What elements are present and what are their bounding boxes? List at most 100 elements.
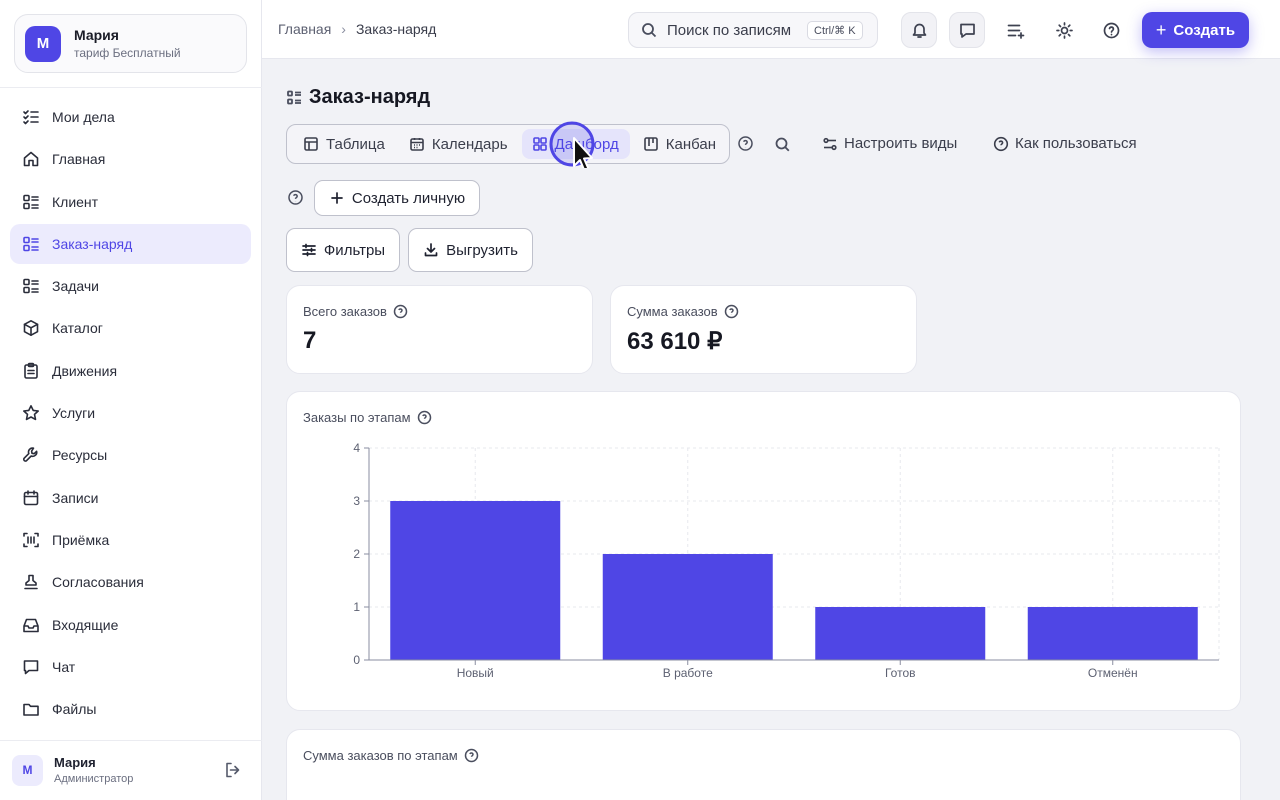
search-box[interactable]: Поиск по записям Ctrl/⌘ K bbox=[628, 12, 878, 48]
sidebar-item-resources[interactable]: Ресурсы bbox=[10, 435, 251, 475]
sidebar-item-label: Файлы bbox=[52, 701, 97, 718]
export-label: Выгрузить bbox=[446, 241, 518, 259]
sidebar-item-approvals[interactable]: Согласования bbox=[10, 562, 251, 602]
how-to-use-button[interactable]: Как пользоваться bbox=[993, 135, 1137, 152]
list-icon bbox=[22, 193, 40, 211]
breadcrumb-current: Заказ-наряд bbox=[355, 21, 437, 37]
stamp-icon bbox=[22, 573, 40, 591]
help-icon[interactable] bbox=[724, 304, 739, 319]
dashboard-icon bbox=[532, 137, 547, 151]
profile-plan: тариф Бесплатный bbox=[74, 46, 181, 60]
orders-by-stage-chart: 0 1 2 3 4 Новый В работе Готов Отменён bbox=[353, 441, 1220, 680]
sidebar-item-home[interactable]: Главная bbox=[10, 139, 251, 179]
kpi-value: 7 bbox=[303, 327, 317, 354]
table-icon bbox=[304, 137, 318, 151]
tab-dashboard[interactable]: Дашборд bbox=[521, 129, 630, 159]
sidebar: М Мария тариф Бесплатный Мои дела Главна… bbox=[0, 0, 262, 800]
bar[interactable] bbox=[815, 607, 986, 660]
wrench-icon bbox=[22, 446, 40, 464]
sidebar-item-movements[interactable]: Движения bbox=[10, 351, 251, 391]
bar[interactable] bbox=[602, 554, 773, 660]
bell-icon bbox=[912, 23, 926, 38]
bar[interactable] bbox=[390, 501, 561, 660]
notifications-button[interactable] bbox=[901, 12, 937, 48]
y-tick-label: 3 bbox=[353, 494, 360, 508]
theme-toggle[interactable] bbox=[1046, 12, 1082, 48]
bar[interactable] bbox=[1027, 607, 1198, 660]
list-icon bbox=[22, 235, 40, 253]
y-tick-label: 2 bbox=[353, 547, 360, 561]
sidebar-item-label: Заказ-наряд bbox=[52, 235, 133, 252]
plus-icon bbox=[331, 192, 343, 204]
sidebar-item-label: Записи bbox=[52, 489, 99, 506]
scan-icon bbox=[22, 531, 40, 549]
sidebar-item-client[interactable]: Клиент bbox=[10, 182, 251, 222]
breadcrumb: Главная › Заказ-наряд bbox=[278, 21, 436, 37]
sidebar-item-files[interactable]: Файлы bbox=[10, 689, 251, 729]
user-role: Администратор bbox=[54, 773, 134, 785]
search-icon[interactable] bbox=[774, 136, 791, 153]
configure-views-button[interactable]: Настроить виды bbox=[822, 135, 957, 152]
sidebar-item-label: Согласования bbox=[52, 574, 144, 591]
list-icon bbox=[22, 277, 40, 295]
sidebar-item-label: Мои дела bbox=[52, 109, 115, 125]
sidebar-item-records[interactable]: Записи bbox=[10, 478, 251, 518]
tab-calendar[interactable]: Календарь bbox=[399, 129, 519, 159]
export-button[interactable]: Выгрузить bbox=[408, 228, 533, 272]
download-icon bbox=[424, 243, 438, 257]
sidebar-item-catalog[interactable]: Каталог bbox=[10, 308, 251, 348]
divider bbox=[0, 87, 262, 88]
filters-button[interactable]: Фильтры bbox=[286, 228, 400, 272]
views-help-icon[interactable] bbox=[737, 135, 754, 152]
help-icon bbox=[1103, 22, 1119, 38]
plus-icon: + bbox=[1155, 19, 1167, 40]
sidebar-item-label: Приёмка bbox=[52, 531, 110, 548]
messages-button[interactable] bbox=[949, 12, 985, 48]
sidebar-item-tasks[interactable]: Задачи bbox=[10, 266, 251, 306]
help-icon[interactable] bbox=[393, 304, 408, 319]
breadcrumb-home[interactable]: Главная bbox=[278, 21, 331, 37]
profile-name: Мария bbox=[74, 27, 119, 43]
configure-views-label: Настроить виды bbox=[844, 135, 958, 152]
sidebar-item-inbox[interactable]: Входящие bbox=[10, 605, 251, 645]
y-tick-label: 4 bbox=[353, 441, 360, 455]
topbar: Главная › Заказ-наряд Поиск по записям C… bbox=[262, 0, 1280, 59]
page-title: Заказ-наряд bbox=[287, 86, 430, 109]
create-button-label: Создать bbox=[1173, 21, 1236, 39]
x-tick-label: Отменён bbox=[1088, 666, 1138, 680]
tab-label: Канбан bbox=[665, 135, 717, 153]
tab-table[interactable]: Таблица bbox=[293, 129, 396, 159]
sun-icon bbox=[1055, 21, 1073, 39]
sliders-icon bbox=[823, 137, 837, 150]
create-button[interactable]: + Создать bbox=[1142, 12, 1249, 48]
sidebar-item-label: Услуги bbox=[52, 405, 96, 422]
sidebar-item-work-order[interactable]: Заказ-наряд bbox=[10, 223, 251, 264]
sidebar-item-chat[interactable]: Чат bbox=[10, 647, 251, 687]
sidebar-item-my-tasks[interactable]: Мои дела bbox=[10, 97, 251, 137]
sidebar-item-label: Движения bbox=[52, 362, 118, 379]
tab-label: Таблица bbox=[326, 135, 385, 153]
search-input[interactable]: Поиск по записям bbox=[667, 22, 799, 39]
help-button[interactable] bbox=[1093, 12, 1129, 48]
sidebar-item-acceptance[interactable]: Приёмка bbox=[10, 520, 251, 560]
create-personal-button[interactable]: Создать личную bbox=[314, 180, 480, 216]
sidebar-nav: Мои дела Главная Клиент Заказ-наряд Зада… bbox=[10, 97, 251, 731]
kpi-label: Сумма заказов bbox=[627, 304, 718, 319]
tab-kanban[interactable]: Канбан bbox=[633, 129, 727, 159]
views-tabs: Таблица Календарь Дашборд Канбан bbox=[286, 124, 730, 164]
help-icon[interactable] bbox=[464, 748, 479, 763]
kanban-icon bbox=[643, 137, 658, 151]
avatar: М bbox=[25, 25, 61, 62]
sidebar-item-label: Клиент bbox=[52, 193, 99, 210]
orders-by-stage-card: Заказы по этапам 0 1 2 3 4 Новый В работе Готов… bbox=[286, 391, 1241, 711]
list-add-icon bbox=[1007, 24, 1024, 39]
home-icon bbox=[22, 150, 40, 168]
logout-icon[interactable] bbox=[224, 761, 242, 779]
divider bbox=[0, 740, 262, 741]
calendar-icon bbox=[22, 489, 40, 507]
workspace-profile-card[interactable]: М Мария тариф Бесплатный bbox=[14, 14, 247, 73]
sidebar-item-services[interactable]: Услуги bbox=[10, 393, 251, 433]
sidebar-item-label: Задачи bbox=[52, 278, 100, 295]
personal-view-help-icon[interactable] bbox=[287, 189, 304, 206]
add-list-button[interactable] bbox=[997, 12, 1033, 48]
